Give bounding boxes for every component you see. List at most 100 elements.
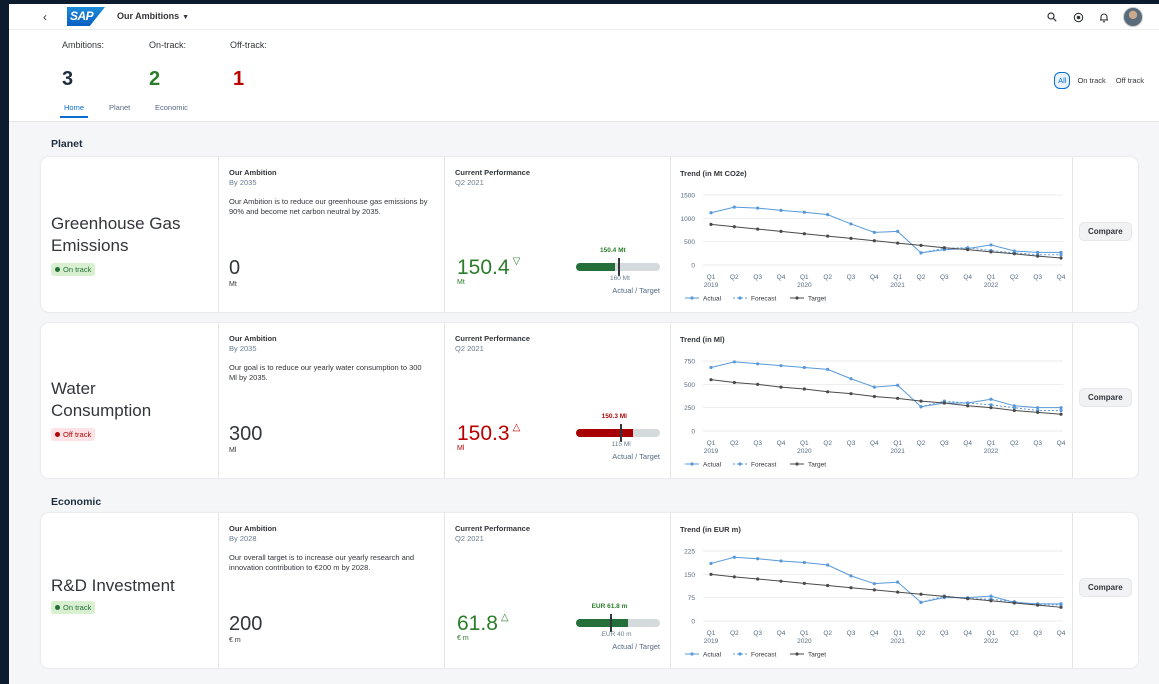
point-actual [756, 557, 760, 561]
point-target [1036, 410, 1040, 414]
point-target [709, 572, 713, 576]
point-target [872, 588, 876, 592]
x-tick-label: Q4 [870, 274, 879, 281]
point-forecast [1059, 253, 1063, 257]
point-actual [756, 362, 760, 366]
ambition-description: Our overall target is to increase our ye… [229, 553, 415, 572]
legend-label: Actual [703, 652, 722, 659]
current-value-text: 150.3 [457, 422, 510, 445]
ambition-column: Our Ambition By 2035 Our goal is to redu… [219, 323, 445, 478]
x-tick-label: Q1 [893, 440, 902, 447]
performance-period: Q2 2021 [455, 344, 484, 353]
point-target [1036, 254, 1040, 258]
point-target [709, 222, 713, 226]
point-target [779, 579, 783, 583]
tab-home[interactable]: Home [59, 103, 89, 118]
ambition-label: Our Ambition [229, 334, 277, 343]
compare-button[interactable]: Compare [1079, 578, 1132, 597]
x-tick-label: Q3 [847, 274, 856, 281]
x-tick-label: Q2 [823, 630, 832, 637]
bullet-chart [576, 258, 660, 276]
x-tick-label: Q4 [870, 630, 879, 637]
point-target [942, 594, 946, 599]
x-tick-label: Q2 [1010, 440, 1019, 447]
filter-off-track[interactable]: Off track [1113, 73, 1147, 88]
current-value: 150.3 △ [457, 422, 520, 446]
compare-column: Compare [1073, 157, 1138, 312]
bullet-target-label: 115 Ml [611, 441, 631, 448]
goal-name-line1: Water [51, 379, 96, 398]
filter-on-track[interactable]: On track [1074, 73, 1108, 88]
bullet-fill [576, 429, 634, 437]
y-tick-label: 0 [691, 263, 695, 270]
bell-icon[interactable] [1097, 10, 1111, 24]
legend-marker [690, 652, 694, 656]
point-target [989, 599, 993, 603]
ambition-deadline: By 2035 [229, 178, 257, 187]
point-target [872, 239, 876, 243]
point-target [919, 243, 923, 247]
status-dot-icon [55, 267, 60, 272]
point-actual [779, 208, 783, 212]
search-icon[interactable] [1045, 10, 1059, 24]
point-actual [1059, 406, 1063, 410]
point-actual [896, 383, 900, 387]
x-tick-label: Q1 [987, 630, 996, 637]
performance-column: Current Performance Q2 2021 150.4 ▽ Mt 15… [445, 157, 671, 312]
x-tick-label: Q4 [777, 440, 786, 447]
series-line-target [710, 379, 1062, 415]
point-target [802, 232, 806, 236]
x-tick-label: Q3 [1033, 274, 1042, 281]
point-actual [826, 213, 830, 217]
point-actual [989, 243, 993, 247]
point-target [919, 592, 923, 596]
filter-all[interactable]: All [1054, 72, 1071, 89]
x-year-label: 2020 [797, 638, 812, 645]
point-target [1059, 605, 1063, 609]
point-target [989, 250, 993, 254]
trend-chart: 1500 1000 500 0 Q1 Q2 Q3 Q4 Q1 Q2 Q3 Q4 Q1 Q2 Q3 Q4 Q1 Q2… [681, 193, 1066, 303]
point-actual [732, 555, 736, 559]
x-year-label: 2019 [704, 282, 719, 289]
x-tick-label: Q3 [1033, 630, 1042, 637]
back-button[interactable]: ‹ [43, 10, 47, 24]
point-target [849, 586, 853, 590]
actual-target-legend: Actual / Target [612, 642, 660, 651]
legend-marker [738, 296, 742, 300]
tab-planet[interactable]: Planet [109, 103, 130, 112]
co2-icon[interactable] [1071, 10, 1085, 24]
point-target [1012, 601, 1016, 605]
point-forecast [919, 405, 923, 409]
point-actual [849, 377, 853, 381]
tab-economic[interactable]: Economic [155, 103, 188, 112]
bullet-target-marker [618, 258, 620, 276]
trend-column: Trend (in Ml) 750 500 250 0 Q1 Q2 Q3 Q4 Q1 Q2 Q3 Q4… [671, 323, 1073, 478]
x-tick-label: Q2 [917, 274, 926, 281]
goal-card-3: R&D Investment On track Our Ambition By … [41, 513, 1138, 668]
kpi-label-on-track: On-track: [149, 40, 187, 50]
point-actual [802, 560, 806, 565]
ambition-target-value: 200 [229, 613, 263, 635]
app-window: ‹ SAP Our Ambitions ▼ Ambitions: On-track… [9, 4, 1159, 684]
trend-arrow-icon: △ [512, 422, 521, 433]
point-target [966, 248, 970, 252]
goal-name-column: Greenhouse Gas Emissions On track [41, 157, 219, 312]
x-year-label: 2021 [890, 282, 905, 289]
y-tick-label: 1000 [681, 216, 696, 223]
current-unit: Ml [457, 445, 465, 452]
performance-period: Q2 2021 [455, 178, 484, 187]
point-actual [872, 230, 876, 234]
kpi-label-off-track: Off-track: [230, 40, 267, 50]
x-tick-label: Q3 [847, 440, 856, 447]
sap-logo[interactable]: SAP [67, 7, 105, 26]
bullet-fill [576, 263, 616, 271]
compare-button[interactable]: Compare [1079, 388, 1132, 407]
chevron-down-icon: ▼ [182, 14, 190, 21]
compare-button[interactable]: Compare [1079, 222, 1132, 241]
point-actual [826, 367, 830, 371]
x-tick-label: Q4 [963, 440, 972, 447]
avatar[interactable] [1123, 7, 1143, 27]
legend-marker [690, 462, 694, 466]
legend-marker [690, 296, 694, 300]
app-title-menu[interactable]: Our Ambitions ▼ [117, 11, 189, 21]
